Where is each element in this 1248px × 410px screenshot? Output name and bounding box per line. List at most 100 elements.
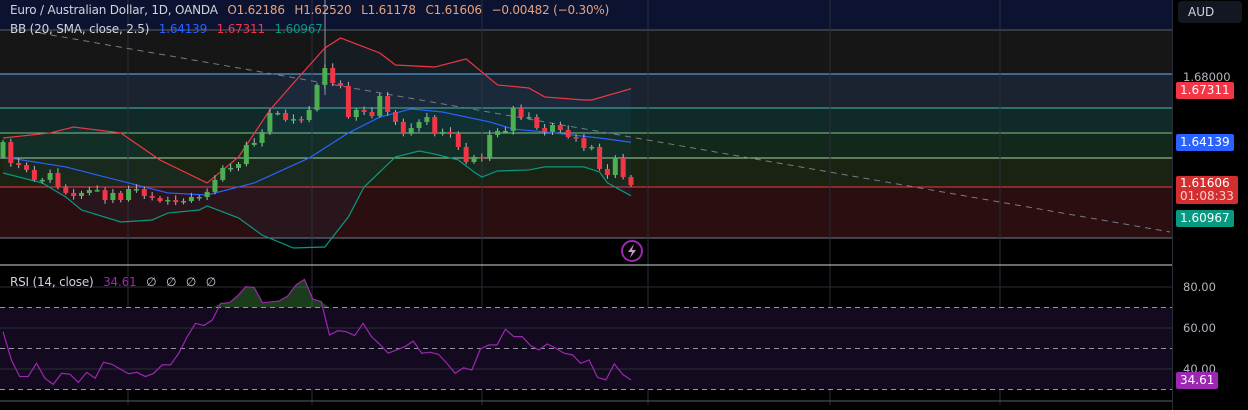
bb-basis-value: 1.64139	[158, 22, 208, 36]
candle-body	[432, 117, 438, 134]
bb-label[interactable]: BB (20, SMA, close, 2.5)	[10, 22, 149, 36]
bb-lower-tag: 1.60967	[1176, 210, 1234, 227]
candle-body	[589, 146, 595, 149]
candle-body	[400, 121, 406, 134]
candle-body	[526, 117, 532, 119]
rsi-tick: 80.00	[1183, 280, 1216, 294]
candle-body	[393, 111, 398, 122]
rsi-label[interactable]: RSI (14, close)	[10, 275, 94, 289]
candle-body	[228, 167, 234, 170]
low-value: L1.61178	[361, 3, 416, 17]
candle-body	[8, 142, 14, 164]
candle-body	[620, 157, 626, 178]
symbol-title[interactable]: Euro / Australian Dollar, 1D, OANDA	[10, 3, 218, 17]
candle-body	[487, 134, 493, 158]
candle-body	[581, 138, 587, 148]
candle-body	[39, 179, 45, 182]
high-value: H1.62520	[294, 3, 352, 17]
candle-body	[165, 200, 171, 202]
currency-button[interactable]: AUD	[1178, 1, 1242, 23]
candle-body	[550, 124, 555, 132]
candle-body	[149, 195, 155, 199]
rsi-extra: ∅	[146, 275, 157, 289]
bb-upper-tag: 1.67311	[1176, 82, 1234, 99]
open-value: O1.62186	[227, 3, 285, 17]
candle-body	[133, 189, 139, 191]
change-value: −0.00482 (−0.30%)	[491, 3, 610, 17]
candle-body	[345, 85, 351, 118]
candle-body	[604, 168, 610, 176]
candle-body	[369, 111, 375, 117]
candle-body	[212, 179, 218, 192]
close-value: C1.61606	[425, 3, 482, 17]
candle-body	[173, 200, 179, 203]
candle-body	[353, 109, 359, 118]
candle-body	[565, 130, 571, 137]
candle-body	[71, 192, 77, 196]
lightning-icon-bolt	[628, 244, 636, 258]
candle-body	[118, 192, 124, 201]
bb-lower-value: 1.60967	[274, 22, 323, 36]
candle-body	[502, 130, 508, 133]
rsi-value: 34.61	[103, 275, 137, 289]
candle-body	[330, 68, 336, 84]
candle-body	[86, 190, 92, 193]
candle-body	[181, 201, 187, 203]
candle-body	[298, 119, 304, 121]
bar-countdown: 01:08:33	[1180, 189, 1234, 203]
candle-body	[408, 128, 414, 134]
rsi-legend: RSI (14, close) 34.61 ∅ ∅ ∅ ∅	[10, 275, 222, 289]
candle-body	[31, 169, 37, 180]
fib-zone	[0, 30, 1172, 74]
rsi-extra: ∅	[165, 275, 177, 289]
candle-body	[63, 187, 69, 193]
candle-body	[573, 136, 579, 139]
chart-canvas[interactable]	[0, 0, 1172, 410]
rsi-value-tag: 34.61	[1176, 372, 1219, 389]
candle-body	[510, 107, 516, 131]
candle-body	[110, 192, 116, 201]
candle-body	[188, 196, 194, 202]
last-price-tag: 1.61606 01:08:33	[1176, 176, 1238, 204]
candle-body	[204, 191, 210, 197]
rsi-extra: ∅	[205, 275, 217, 289]
price-axis[interactable]	[1172, 0, 1248, 410]
candle-body	[275, 112, 281, 115]
candle-body	[377, 95, 383, 117]
bb-legend: BB (20, SMA, close, 2.5) 1.64139 1.67311…	[10, 22, 329, 36]
candle-body	[141, 189, 147, 196]
candle-body	[628, 177, 634, 186]
candle-body	[361, 109, 367, 112]
candle-body	[55, 172, 61, 188]
candle-body	[314, 84, 320, 110]
candle-body	[463, 146, 469, 163]
symbol-legend: Euro / Australian Dollar, 1D, OANDA O1.6…	[10, 3, 615, 17]
candle-body	[322, 68, 328, 85]
candle-body	[306, 109, 312, 120]
candle-body	[542, 128, 548, 132]
candle-body	[455, 133, 461, 147]
candle-body	[447, 131, 453, 134]
candle-body	[157, 198, 163, 202]
candle-body	[267, 112, 273, 132]
candle-body	[196, 196, 202, 199]
candle-body	[290, 119, 296, 121]
candle-body	[495, 130, 501, 135]
rsi-extra: ∅	[185, 275, 197, 289]
candle-body	[424, 117, 430, 122]
candle-body	[440, 131, 446, 134]
candle-body	[471, 156, 477, 163]
candle-body	[416, 121, 422, 129]
candle-body	[338, 83, 344, 86]
candle-body	[236, 164, 241, 168]
candle-body	[534, 117, 540, 129]
bb-basis-tag: 1.64139	[1176, 134, 1234, 151]
candle-body	[385, 95, 391, 112]
candle-body	[102, 190, 108, 201]
candle-body	[518, 107, 524, 118]
candle-body	[557, 124, 563, 131]
candle-body	[24, 165, 30, 170]
candle-body	[220, 167, 226, 180]
candle-body	[597, 146, 603, 169]
candle-body	[251, 142, 257, 145]
